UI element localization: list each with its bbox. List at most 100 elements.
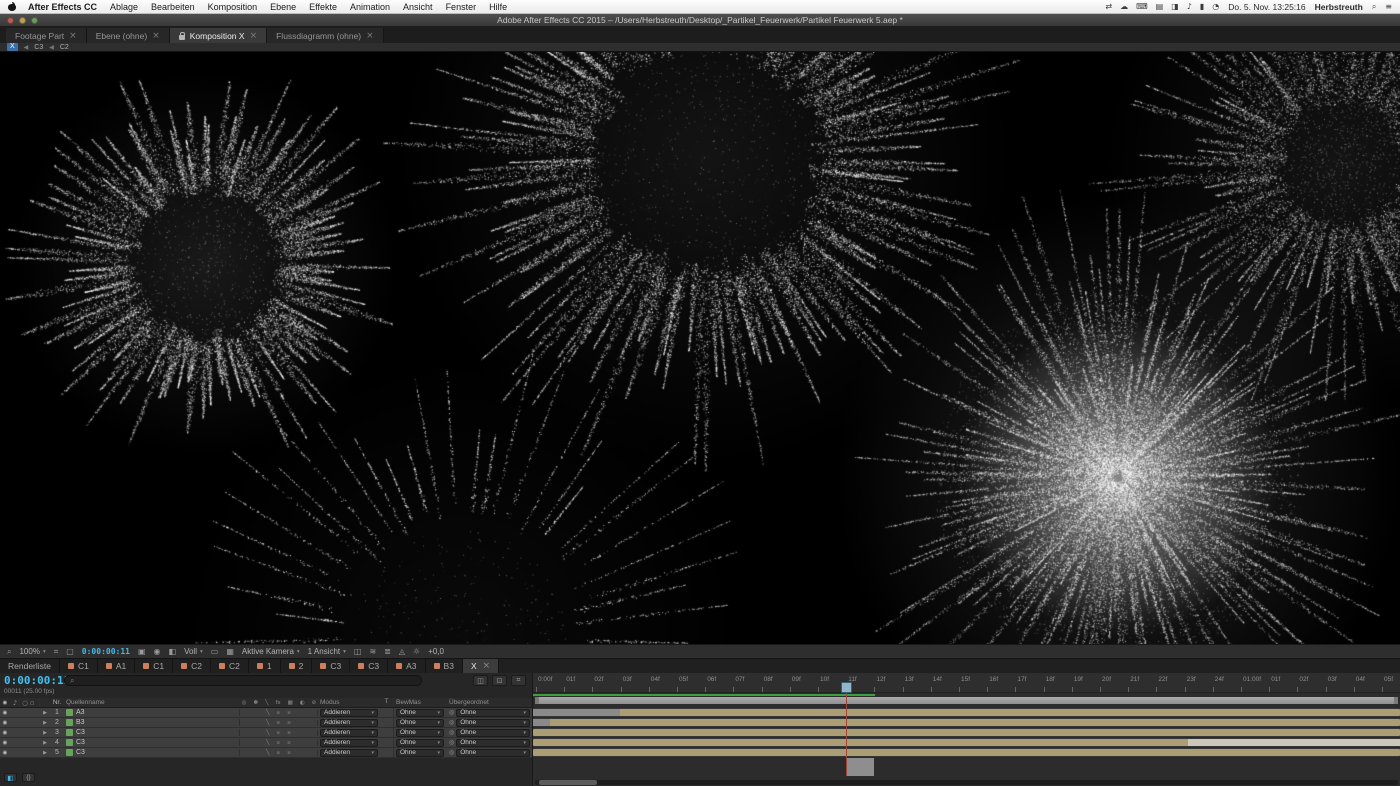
layer-t-toggle[interactable] bbox=[380, 738, 394, 747]
exposure-icon[interactable]: ☼ bbox=[413, 647, 420, 656]
layer-motionblur-icon[interactable]: ▪ bbox=[287, 730, 291, 736]
viewer-tab-2[interactable]: Ebene (ohne) × bbox=[86, 28, 170, 43]
grid-guides-icon[interactable]: ⌗ bbox=[54, 647, 59, 657]
layer-t-toggle[interactable] bbox=[380, 728, 394, 737]
layer-quality-icon[interactable]: ╲ bbox=[266, 730, 269, 736]
layer-label-chip[interactable] bbox=[66, 739, 73, 746]
layer-visibility-toggle[interactable]: ◉ bbox=[0, 750, 10, 756]
layer-quality-icon[interactable]: ╲ bbox=[266, 720, 269, 726]
layer-fx-icon[interactable]: ▪ bbox=[276, 710, 280, 716]
layer-bar-row[interactable] bbox=[533, 718, 1400, 728]
layer-source-name[interactable]: B3 bbox=[64, 719, 240, 726]
layer-label-chip[interactable] bbox=[66, 749, 73, 756]
layer-row-5[interactable]: ◉ ▶ 5 C3 ╲ ▪ ▪ Addieren ▾ Ohne ▾ ◎ Ohne ▾ bbox=[0, 748, 532, 758]
window-zoom-button[interactable] bbox=[31, 17, 38, 24]
menubar-user[interactable]: Herbstreuth bbox=[1315, 2, 1363, 12]
menu-item-animation[interactable]: Animation bbox=[350, 2, 390, 12]
timeline-search-field[interactable]: ⌕ bbox=[64, 675, 422, 686]
layer-expander-icon[interactable]: ▶ bbox=[40, 720, 50, 726]
layer-t-toggle[interactable] bbox=[380, 718, 394, 727]
layer-bar-row[interactable] bbox=[533, 738, 1400, 748]
layer-source-name[interactable]: C3 bbox=[64, 749, 240, 756]
layer-label-chip[interactable] bbox=[66, 729, 73, 736]
work-area-bar[interactable] bbox=[535, 697, 1398, 704]
layer-parent-select[interactable]: Ohne ▾ bbox=[456, 748, 530, 757]
timeline-tab-10[interactable]: A3 bbox=[388, 659, 426, 673]
window-minimize-button[interactable] bbox=[19, 17, 26, 24]
tab-close-icon[interactable]: × bbox=[69, 31, 77, 41]
timeline-tab-11[interactable]: B3 bbox=[426, 659, 463, 673]
expand-layer-switches-button[interactable]: {} bbox=[22, 773, 35, 782]
region-of-interest-icon[interactable]: ▭ bbox=[211, 647, 219, 656]
layer-expander-icon[interactable]: ▶ bbox=[40, 730, 50, 736]
layer-bewmas-select[interactable]: Ohne ▾ bbox=[396, 748, 444, 757]
layer-duration-bar[interactable] bbox=[533, 719, 1400, 726]
timeline-tab-6[interactable]: 1 bbox=[249, 659, 281, 673]
tab-close-icon[interactable]: × bbox=[152, 31, 160, 41]
resolution-select[interactable]: Voll ▾ bbox=[184, 647, 203, 656]
layer-expander-icon[interactable]: ▶ bbox=[40, 710, 50, 716]
layer-switches[interactable]: ╲ ▪ ▪ bbox=[240, 719, 318, 726]
layer-quality-icon[interactable]: ╲ bbox=[266, 740, 269, 746]
menu-item-bearbeiten[interactable]: Bearbeiten bbox=[151, 2, 195, 12]
layer-parent-select[interactable]: Ohne ▾ bbox=[456, 728, 530, 737]
current-time-indicator[interactable] bbox=[841, 682, 853, 693]
layer-source-name[interactable]: C3 bbox=[64, 739, 240, 746]
timeline-horizontal-scrollbar[interactable] bbox=[535, 780, 1398, 785]
snapshot-icon[interactable]: ▣ bbox=[138, 647, 146, 656]
layer-fx-icon[interactable]: ▪ bbox=[276, 720, 280, 726]
layer-fx-icon[interactable]: ▪ bbox=[276, 750, 280, 756]
layer-row-3[interactable]: ◉ ▶ 3 C3 ╲ ▪ ▪ Addieren ▾ Ohne ▾ ◎ Ohne ▾ bbox=[0, 728, 532, 738]
layer-switches[interactable]: ╲ ▪ ▪ bbox=[240, 709, 318, 716]
layer-source-name[interactable]: A3 bbox=[64, 709, 240, 716]
timeline-current-timecode[interactable]: 0:00:00:11 bbox=[4, 674, 70, 687]
layer-switches[interactable]: ╲ ▪ ▪ bbox=[240, 729, 318, 736]
layer-bewmas-select[interactable]: Ohne ▾ bbox=[396, 718, 444, 727]
sync-icon[interactable]: ⇄ bbox=[1105, 2, 1112, 11]
fast-preview-icon[interactable]: ≋ bbox=[369, 647, 376, 656]
zoom-select[interactable]: 100% ▾ bbox=[19, 647, 45, 656]
current-time-display[interactable]: 0:00:00:11 bbox=[82, 647, 130, 656]
layer-duration-bar[interactable] bbox=[533, 749, 1400, 756]
layer-motionblur-icon[interactable]: ▪ bbox=[287, 740, 291, 746]
time-ruler[interactable]: 0:00f 01f 02f 03f 04f 05f 06f 07f 08f 09f 10f 11f 12… bbox=[533, 673, 1400, 693]
menubar-clock[interactable]: Do. 5. Nov. 13:25:16 bbox=[1228, 2, 1305, 12]
layer-fx-icon[interactable]: ▪ bbox=[276, 740, 280, 746]
layer-expander-icon[interactable]: ▶ bbox=[40, 750, 50, 756]
menu-item-hilfe[interactable]: Hilfe bbox=[489, 2, 507, 12]
mask-visibility-icon[interactable]: ▢ bbox=[66, 647, 74, 656]
menu-item-ebene[interactable]: Ebene bbox=[270, 2, 296, 12]
breadcrumb-comp-c2[interactable]: C2 bbox=[60, 44, 69, 51]
timeline-tab-4[interactable]: C2 bbox=[173, 659, 212, 673]
breadcrumb-comp-c3[interactable]: C3 bbox=[34, 44, 43, 51]
camera-select[interactable]: Aktive Kamera ▾ bbox=[242, 647, 300, 656]
layer-motionblur-icon[interactable]: ▪ bbox=[287, 720, 291, 726]
battery-icon[interactable]: ▮ bbox=[1200, 2, 1204, 11]
timeline-tab-5[interactable]: C2 bbox=[211, 659, 249, 673]
layer-bewmas-select[interactable]: Ohne ▾ bbox=[396, 738, 444, 747]
timeline-tab-2[interactable]: A1 bbox=[98, 659, 136, 673]
viewer-tab-3[interactable]: Komposition X × bbox=[169, 28, 268, 43]
layer-visibility-toggle[interactable]: ◉ bbox=[0, 730, 10, 736]
layer-quality-icon[interactable]: ╲ bbox=[266, 750, 269, 756]
layer-pickwhip-icon[interactable]: ◎ bbox=[449, 749, 454, 756]
view-layout-select[interactable]: 1 Ansicht ▾ bbox=[308, 647, 346, 656]
layer-bewmas-select[interactable]: Ohne ▾ bbox=[396, 728, 444, 737]
layer-pickwhip-icon[interactable]: ◎ bbox=[449, 719, 454, 726]
layer-label-chip[interactable] bbox=[66, 709, 73, 716]
magnification-icon[interactable]: ⌕ bbox=[7, 647, 11, 657]
scrollbar-handle[interactable] bbox=[539, 780, 597, 785]
layer-row-4[interactable]: ◉ ▶ 4 C3 ╲ ▪ ▪ Addieren ▾ Ohne ▾ ◎ Ohne ▾ bbox=[0, 738, 532, 748]
transfer-controls-toggle-button[interactable]: ◧ bbox=[4, 773, 17, 782]
layer-source-name[interactable]: C3 bbox=[64, 729, 240, 736]
layer-mode-select[interactable]: Addieren ▾ bbox=[320, 728, 378, 737]
timeline-tab-3[interactable]: C1 bbox=[135, 659, 174, 673]
timeline-tab-9[interactable]: C3 bbox=[350, 659, 389, 673]
cloud-icon[interactable]: ☁ bbox=[1120, 2, 1128, 11]
layer-parent-select[interactable]: Ohne ▾ bbox=[456, 718, 530, 727]
layer-visibility-toggle[interactable]: ◉ bbox=[0, 710, 10, 716]
menu-item-ablage[interactable]: Ablage bbox=[110, 2, 138, 12]
layer-visibility-toggle[interactable]: ◉ bbox=[0, 720, 10, 726]
flowchart-button-icon[interactable]: ◬ bbox=[399, 647, 405, 656]
layer-duration-bar[interactable] bbox=[533, 709, 1400, 716]
